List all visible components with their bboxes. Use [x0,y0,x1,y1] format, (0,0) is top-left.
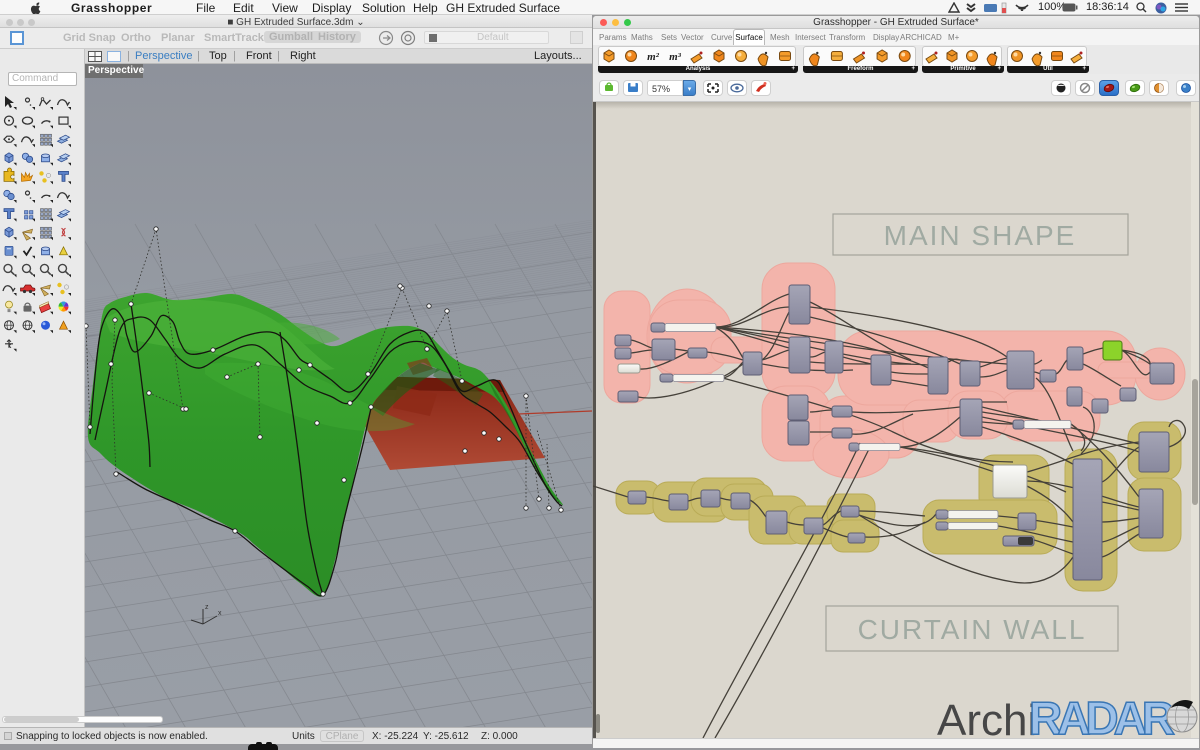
svg-text:z: z [205,604,209,611]
svg-text:CURTAIN WALL: CURTAIN WALL [858,614,1087,645]
svg-text:MAIN SHAPE: MAIN SHAPE [884,220,1077,251]
svg-text:RADAR: RADAR [1029,692,1175,738]
svg-text:m³: m³ [669,51,682,63]
svg-text:m²: m² [647,51,660,63]
svg-text:Archi: Archi [937,696,1037,738]
svg-text:x: x [218,610,222,617]
